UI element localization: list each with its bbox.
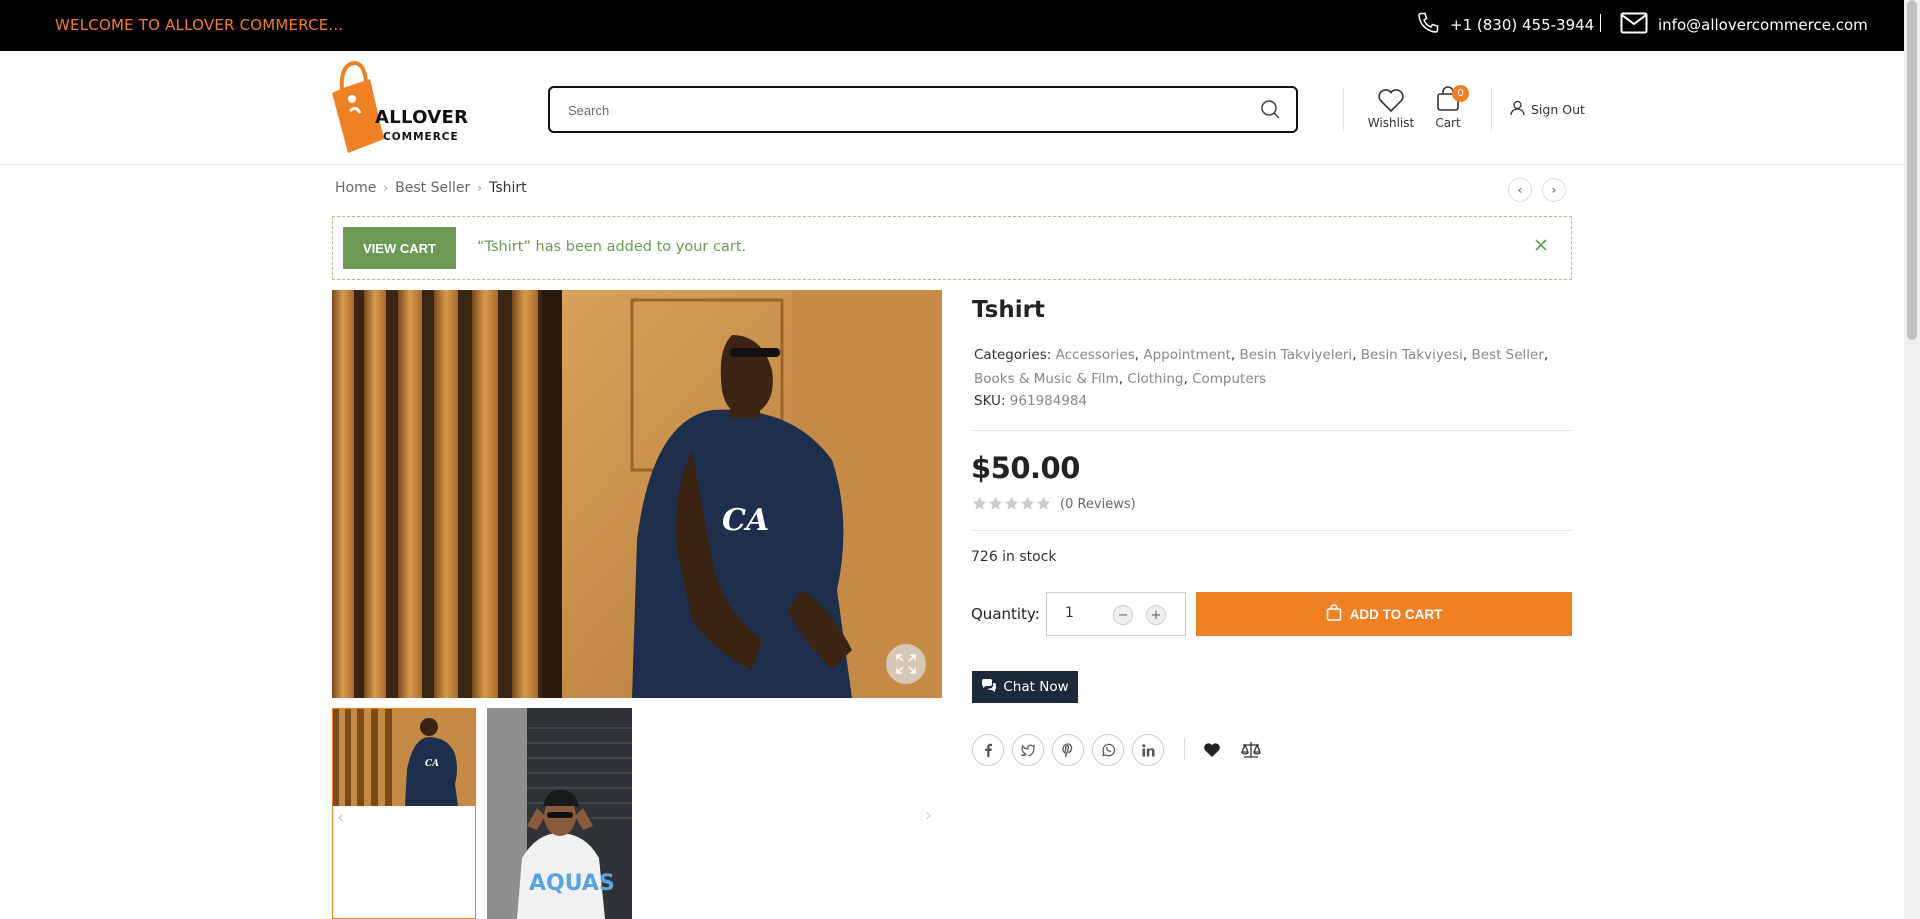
category-link[interactable]: Best Seller — [1472, 347, 1544, 363]
mail-icon — [1620, 12, 1658, 38]
category-link[interactable]: Books & Music & Film — [974, 371, 1119, 387]
star-icon — [1020, 496, 1036, 515]
top-bar: WELCOME TO ALLOVER COMMERCE... +1 (830) … — [0, 0, 1904, 51]
prev-product-button[interactable]: ‹ — [1508, 178, 1532, 202]
chevron-left-icon[interactable]: ‹ — [337, 807, 344, 828]
signout-label: Sign Out — [1531, 102, 1585, 117]
sku-value: 961984984 — [1009, 393, 1088, 409]
breadcrumb: Home › Best Seller › Tshirt — [335, 180, 527, 196]
site-header: ALLOVER COMMERCE Wishlist 0 Cart Sign Ou… — [0, 51, 1904, 165]
chat-now-label: Chat Now — [1003, 679, 1069, 695]
rating-stars — [972, 496, 1052, 515]
email-address: info@allovercommerce.com — [1658, 16, 1868, 34]
stock-status: 726 in stock — [971, 549, 1057, 565]
compare-icon[interactable] — [1239, 738, 1263, 762]
close-icon[interactable] — [1533, 237, 1553, 257]
facebook-icon[interactable] — [972, 734, 1004, 766]
divider — [972, 530, 1572, 531]
chevron-right-icon[interactable]: › — [925, 805, 932, 826]
svg-text:CA: CA — [722, 503, 769, 538]
wishlist-heart-icon[interactable] — [1200, 738, 1224, 762]
header-divider — [1343, 88, 1344, 132]
svg-text:AQUAS: AQUAS — [529, 871, 615, 896]
breadcrumb-current: Tshirt — [489, 180, 527, 196]
notice-message: “Tshirt” has been added to your cart. — [477, 239, 747, 255]
expand-icon[interactable] — [886, 644, 926, 684]
linkedin-icon[interactable] — [1132, 734, 1164, 766]
twitter-icon[interactable] — [1012, 734, 1044, 766]
category-link[interactable]: Besin Takviyesi — [1361, 347, 1463, 363]
quantity-stepper: 1 − + — [1046, 592, 1186, 636]
chat-now-button[interactable]: Chat Now — [972, 671, 1078, 703]
product-sku: SKU: 961984984 — [974, 393, 1087, 409]
page-scrollbar[interactable] — [1904, 0, 1920, 919]
reviews-link[interactable]: (0 Reviews) — [1060, 497, 1136, 512]
plus-icon[interactable]: + — [1146, 605, 1166, 625]
sku-label: SKU: — [974, 393, 1006, 409]
cart-notice: VIEW CART “Tshirt” has been added to you… — [332, 216, 1572, 280]
chevron-right-icon: › — [477, 181, 483, 195]
product-thumbnail[interactable]: CA — [332, 708, 476, 919]
wishlist-button[interactable]: Wishlist — [1366, 87, 1416, 130]
chevron-right-icon: › — [1551, 183, 1557, 197]
quantity-input[interactable]: 1 — [1065, 605, 1074, 621]
email-link[interactable]: info@allovercommerce.com — [1620, 12, 1868, 38]
quantity-label: Quantity: — [971, 605, 1040, 623]
product-title: Tshirt — [972, 297, 1045, 323]
category-link[interactable]: Besin Takviyeleri — [1239, 347, 1352, 363]
star-icon — [1004, 496, 1020, 515]
divider — [972, 430, 1572, 431]
chevron-right-icon: › — [383, 181, 389, 195]
heart-icon — [1377, 89, 1405, 116]
logo-text-secondary: COMMERCE — [383, 131, 459, 143]
svg-text:CA: CA — [425, 759, 439, 769]
product-price: $50.00 — [971, 451, 1080, 485]
bag-icon — [1434, 86, 1462, 116]
scrollbar-thumb[interactable] — [1907, 0, 1917, 340]
chevron-left-icon: ‹ — [1517, 183, 1523, 197]
cart-label: Cart — [1435, 116, 1461, 130]
breadcrumb-category[interactable]: Best Seller — [395, 180, 470, 196]
logo-text-primary: ALLOVER — [375, 107, 469, 128]
topbar-divider — [1600, 14, 1601, 32]
search-icon[interactable] — [1260, 99, 1282, 121]
cart-button[interactable]: 0 Cart — [1426, 85, 1470, 130]
star-icon — [972, 496, 988, 515]
category-link[interactable]: Appointment — [1143, 347, 1231, 363]
cart-count-badge: 0 — [1452, 85, 1469, 102]
phone-link[interactable]: +1 (830) 455-3944 — [1416, 11, 1594, 39]
user-icon — [1510, 100, 1531, 119]
star-icon — [1036, 496, 1052, 515]
phone-icon — [1416, 11, 1450, 39]
categories-label: Categories: — [974, 347, 1052, 363]
product-main-image[interactable]: CA — [332, 290, 942, 698]
view-cart-button[interactable]: VIEW CART — [343, 227, 456, 269]
star-icon — [988, 496, 1004, 515]
category-link[interactable]: Clothing — [1127, 371, 1183, 387]
category-link[interactable]: Accessories — [1056, 347, 1135, 363]
phone-number: +1 (830) 455-3944 — [1450, 16, 1595, 34]
category-link[interactable]: Computers — [1192, 371, 1266, 387]
add-to-cart-label: ADD TO CART — [1349, 606, 1443, 622]
divider — [1184, 738, 1185, 760]
minus-icon[interactable]: − — [1113, 605, 1133, 625]
add-to-cart-button[interactable]: ADD TO CART — [1196, 592, 1572, 636]
signout-link[interactable]: Sign Out — [1510, 100, 1585, 119]
breadcrumb-home[interactable]: Home — [335, 180, 376, 196]
search-input[interactable] — [568, 98, 1208, 122]
site-logo[interactable]: ALLOVER COMMERCE — [324, 57, 468, 157]
chat-icon — [981, 678, 1003, 696]
wishlist-label: Wishlist — [1367, 116, 1415, 130]
next-product-button[interactable]: › — [1542, 178, 1566, 202]
product-thumbnail[interactable]: AQUAS — [487, 708, 632, 919]
bag-icon — [1326, 604, 1350, 624]
pinterest-icon[interactable] — [1052, 734, 1084, 766]
whatsapp-icon[interactable] — [1092, 734, 1124, 766]
welcome-text: WELCOME TO ALLOVER COMMERCE... — [55, 16, 344, 34]
header-divider — [1491, 88, 1492, 132]
search-bar — [548, 86, 1298, 133]
product-categories: Categories: Accessories, Appointment, Be… — [974, 347, 1549, 387]
